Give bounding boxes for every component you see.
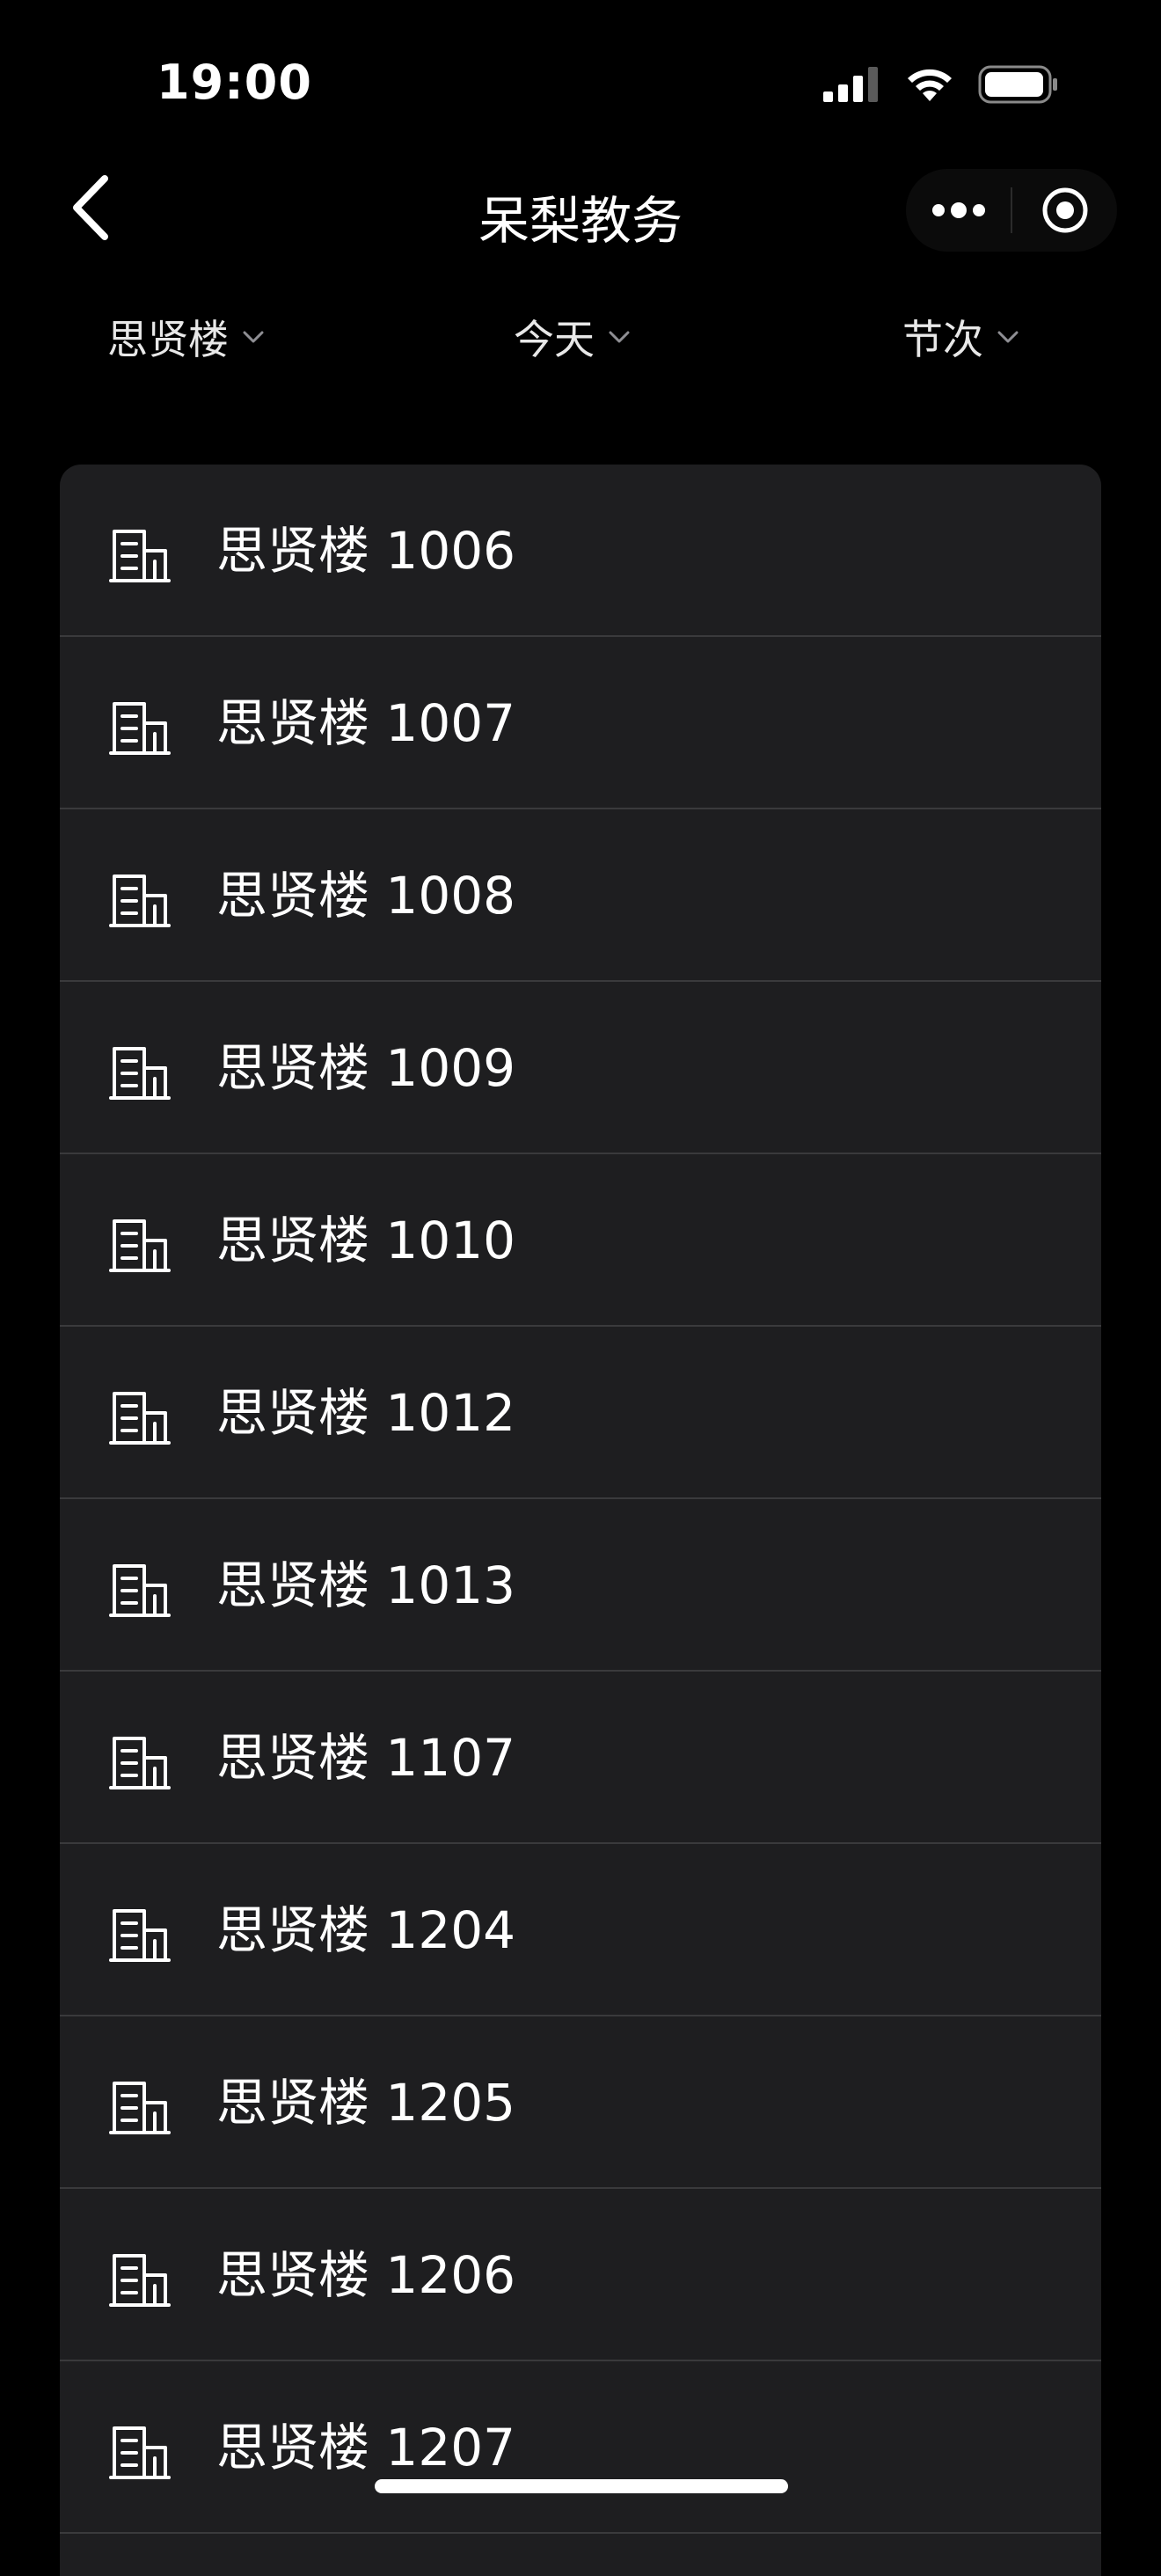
building-icon [109,1047,171,1100]
building-icon [109,1737,171,1789]
date-filter-label: 今天 [514,316,595,363]
more-button[interactable] [906,169,1011,252]
chevron-down-icon [997,331,1019,343]
period-filter[interactable]: 节次 [902,308,1020,366]
list-item[interactable]: 思贤楼 1205 [60,2016,1101,2189]
building-icon [109,2254,171,2307]
list-item[interactable]: 思贤楼 1006 [60,465,1101,637]
building-icon [109,1219,171,1272]
building-icon [109,1392,171,1445]
building-filter[interactable]: 思贤楼 [107,308,266,366]
period-filter-label: 节次 [902,316,983,363]
list-item-label: 思贤楼 1012 [216,1383,516,1443]
list-item-label: 思贤楼 1007 [216,693,516,753]
close-button[interactable] [1012,169,1117,252]
list-item[interactable]: 思贤楼 1204 [60,1844,1101,2016]
building-icon [109,875,171,927]
list-item[interactable]: 思贤楼 1206 [60,2189,1101,2361]
cellular-signal-icon [823,67,878,102]
list-item[interactable]: 思贤楼 1009 [60,982,1101,1154]
more-dots-icon [931,202,985,218]
room-list: 思贤楼 1006 思贤楼 1007 思贤楼 1008 思贤楼 1009 思贤楼 … [60,465,1101,2576]
list-item[interactable]: 思贤楼 1008 [60,809,1101,982]
building-icon [109,2426,171,2479]
list-item-label: 思贤楼 1204 [216,1900,516,1960]
list-item-label: 思贤楼 1008 [216,866,516,926]
building-icon [109,702,171,755]
list-item[interactable]: 思贤楼 1012 [60,1327,1101,1499]
target-circle-icon [1042,187,1087,233]
building-filter-label: 思贤楼 [107,316,229,363]
list-item[interactable]: 思贤楼 1013 [60,1499,1101,1672]
chevron-down-icon [243,331,264,343]
list-item[interactable]: 思贤楼 1010 [60,1154,1101,1327]
status-time: 19:00 [157,55,312,110]
list-item-label: 思贤楼 1107 [216,1728,516,1788]
date-filter[interactable]: 今天 [514,308,632,366]
navigation-bar: 呆梨教务 [0,158,1161,255]
list-item[interactable]: 思贤楼 1107 [60,1672,1101,1844]
building-icon [109,2082,171,2134]
list-item-label: 思贤楼 1006 [216,521,516,581]
list-item-label: 思贤楼 1207 [216,2418,516,2477]
filter-bar: 思贤楼 今天 节次 [0,299,1161,378]
list-item[interactable]: 思贤楼 1007 [60,637,1101,809]
status-icons [823,65,1059,104]
home-indicator [375,2479,788,2493]
list-item-label: 思贤楼 1206 [216,2245,516,2305]
list-item-label: 思贤楼 1009 [216,1038,516,1098]
chevron-down-icon [609,331,630,343]
list-item-label: 思贤楼 1010 [216,1211,516,1270]
list-item-label: 思贤楼 1205 [216,2073,516,2133]
status-bar: 19:00 [0,0,1161,167]
building-icon [109,1909,171,1962]
battery-icon [978,65,1057,104]
building-icon [109,1564,171,1617]
building-icon [109,530,171,582]
miniprogram-capsule [906,169,1117,252]
list-item-label: 思贤楼 1013 [216,1555,516,1615]
wifi-icon [908,69,952,101]
list-item[interactable]: 思贤楼 1207 [60,2361,1101,2534]
